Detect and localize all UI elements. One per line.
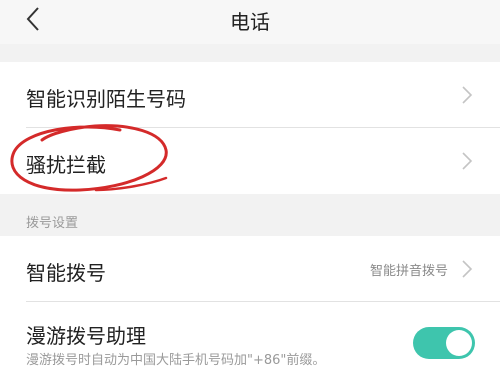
smart-dial-label: 智能拨号 bbox=[26, 261, 106, 285]
section-header-dial-settings: 拨号设置 bbox=[26, 216, 79, 231]
page-title: 电话 bbox=[230, 10, 270, 34]
toggle-knob bbox=[446, 330, 472, 356]
chevron-right-icon bbox=[462, 260, 473, 278]
harassment-block-row[interactable]: 骚扰拦截 bbox=[0, 128, 500, 194]
settings-group: 智能识别陌生号码 骚扰拦截 bbox=[0, 62, 500, 194]
harassment-block-label: 骚扰拦截 bbox=[26, 153, 106, 177]
smart-dial-value: 智能拼音拨号 bbox=[369, 264, 448, 279]
smart-identify-row[interactable]: 智能识别陌生号码 bbox=[0, 62, 500, 128]
chevron-right-icon bbox=[462, 86, 473, 104]
phone-settings-screen: 电话 智能识别陌生号码 骚扰拦截 拨号设置 智能拨号 智能拼音拨号 漫游拨号助理… bbox=[0, 0, 500, 384]
roaming-assist-description: 漫游拨号时自动为中国大陆手机号码加"+86"前缀。 bbox=[26, 353, 326, 368]
roaming-assist-toggle[interactable] bbox=[413, 327, 475, 359]
header-bar: 电话 bbox=[0, 0, 500, 44]
chevron-right-icon bbox=[462, 152, 473, 170]
smart-dial-row[interactable]: 智能拨号 智能拼音拨号 bbox=[0, 236, 500, 302]
smart-identify-label: 智能识别陌生号码 bbox=[26, 87, 186, 111]
roaming-assist-label: 漫游拨号助理 bbox=[26, 324, 146, 348]
